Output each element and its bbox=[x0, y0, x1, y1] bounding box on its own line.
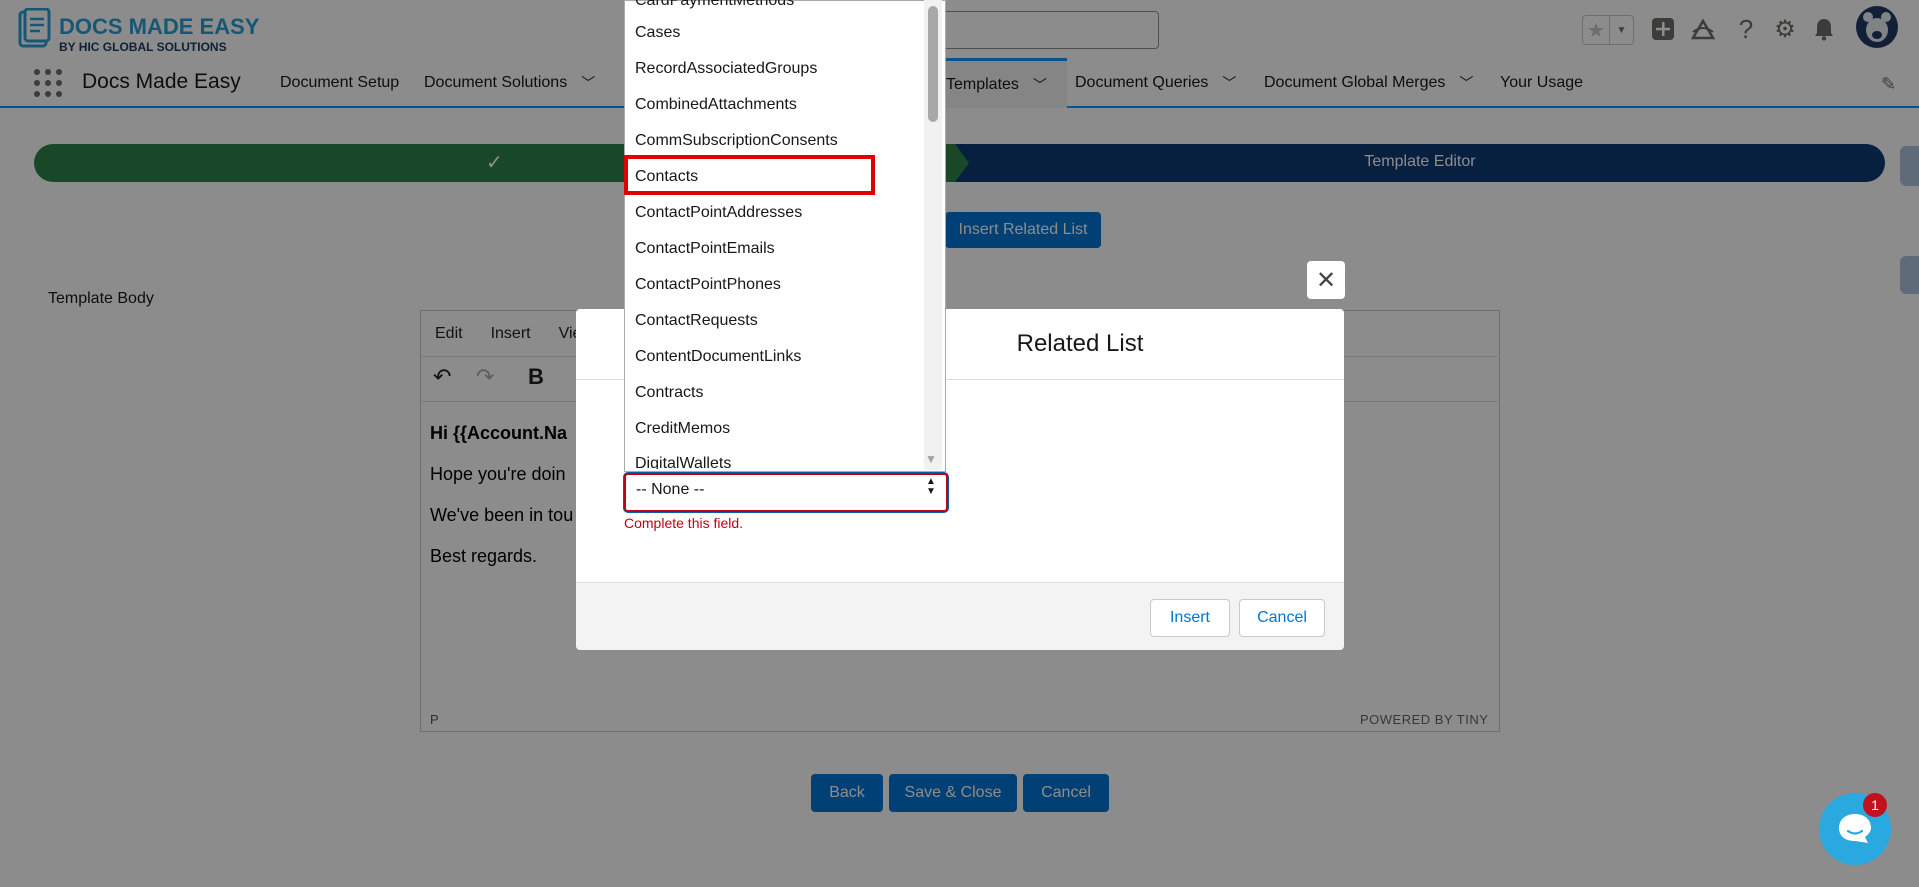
dropdown-option-label: DigitalWallets bbox=[635, 455, 732, 469]
dropdown-option[interactable]: ContactPointAddresses bbox=[635, 204, 802, 222]
dropdown-option[interactable]: Contracts bbox=[635, 384, 703, 402]
chat-notification-badge: 1 bbox=[1863, 793, 1887, 817]
close-icon[interactable]: ✕ bbox=[1307, 261, 1345, 299]
contacts-highlight-box bbox=[624, 155, 875, 195]
scroll-down-arrow-icon[interactable]: ▼ bbox=[925, 452, 937, 466]
field-error-message: Complete this field. bbox=[624, 515, 744, 531]
dropdown-option[interactable]: ContactPointPhones bbox=[635, 276, 781, 294]
dropdown-option[interactable]: ContactPointEmails bbox=[635, 240, 775, 258]
dropdown-option[interactable]: Cases bbox=[635, 24, 680, 42]
related-list-select-value: -- None -- bbox=[636, 481, 705, 498]
modal-insert-button[interactable]: Insert bbox=[1150, 599, 1230, 637]
dropdown-option[interactable]: DigitalWallets bbox=[635, 455, 731, 469]
dropdown-option[interactable]: ContactRequests bbox=[635, 312, 758, 330]
chat-bubble-icon bbox=[1839, 814, 1871, 843]
dropdown-scrollbar-thumb[interactable] bbox=[928, 6, 938, 122]
dropdown-option[interactable]: CardPaymentMethods bbox=[635, 0, 794, 10]
modal-cancel-button[interactable]: Cancel bbox=[1239, 599, 1325, 637]
dropdown-option[interactable]: RecordAssociatedGroups bbox=[635, 60, 817, 78]
select-arrows-icon[interactable]: ▲ ▼ bbox=[926, 477, 936, 497]
dropdown-option[interactable]: ContentDocumentLinks bbox=[635, 348, 801, 366]
dropdown-option[interactable]: CombinedAttachments bbox=[635, 96, 797, 114]
dropdown-option[interactable]: CommSubscriptionConsents bbox=[635, 132, 838, 150]
dropdown-option[interactable]: CreditMemos bbox=[635, 420, 730, 438]
